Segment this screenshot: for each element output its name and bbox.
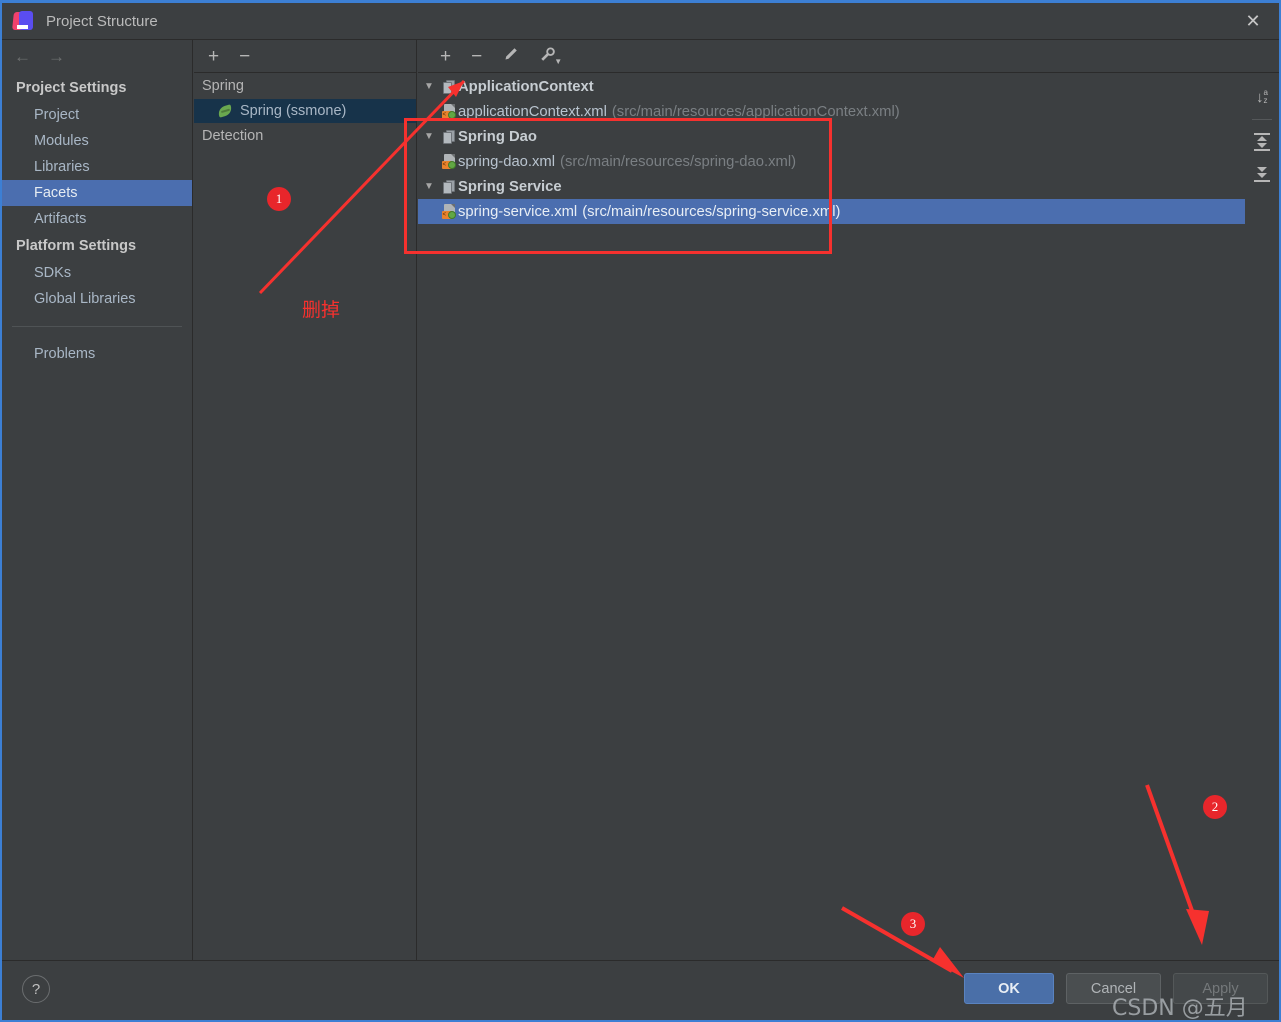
- intellij-idea-icon: [12, 10, 34, 32]
- sidebar-item-project[interactable]: Project: [2, 102, 192, 128]
- wrench-icon[interactable]: ▼: [539, 46, 562, 67]
- expand-all-icon[interactable]: [1249, 129, 1275, 155]
- tree-indent: ▼: [418, 156, 440, 167]
- sidebar-divider: [12, 326, 182, 327]
- navigation-arrows: ← →: [2, 40, 192, 74]
- close-icon[interactable]: ✕: [1231, 5, 1275, 37]
- tree-file-path: (src/main/resources/applicationContext.x…: [611, 103, 900, 120]
- tree-row[interactable]: ▼ < spring-dao.xml (src/main/resources/s…: [418, 149, 1245, 174]
- tree-group-label: Spring Service: [458, 178, 562, 195]
- tree-group-label: Spring Dao: [458, 128, 537, 145]
- config-group-icon: [440, 79, 458, 94]
- remove-config-icon[interactable]: −: [471, 47, 482, 66]
- tree-row[interactable]: ▼ ApplicationContext: [418, 74, 1245, 99]
- tree-row[interactable]: ▼ < applicationContext.xml (src/main/res…: [418, 99, 1245, 124]
- apply-button: Apply: [1173, 973, 1268, 1004]
- spring-config-tree: ▼ ApplicationContext ▼ < applicationCont…: [418, 74, 1245, 960]
- dialog-title: Project Structure: [46, 12, 158, 30]
- xml-file-icon: <: [440, 204, 458, 219]
- tree-indent: ▼: [418, 206, 440, 217]
- cancel-button[interactable]: Cancel: [1066, 973, 1161, 1004]
- tree-file-name: spring-dao.xml: [458, 153, 556, 170]
- spring-leaf-icon: [216, 103, 234, 118]
- facets-toolbar: + −: [194, 40, 416, 73]
- tree-file-path: (src/main/resources/spring-service.xml): [582, 203, 841, 220]
- tree-toolbar: + − ▼: [418, 40, 1279, 73]
- expand-toggle-icon[interactable]: ▼: [418, 181, 440, 192]
- actions-divider: [1252, 119, 1272, 120]
- config-group-icon: [440, 129, 458, 144]
- pencil-icon[interactable]: [502, 46, 519, 67]
- facet-group-label-spring: Spring: [202, 78, 244, 94]
- settings-sidebar: ← → Project Settings Project Modules Lib…: [2, 40, 193, 960]
- chevron-down-icon: ▼: [554, 56, 563, 66]
- xml-file-icon: <: [440, 104, 458, 119]
- add-config-icon[interactable]: +: [440, 47, 451, 66]
- sidebar-group-header-project-settings: Project Settings: [16, 80, 127, 96]
- sidebar-item-problems[interactable]: Problems: [2, 341, 192, 367]
- help-button[interactable]: ?: [22, 975, 50, 1003]
- remove-facet-icon[interactable]: −: [239, 47, 250, 66]
- tree-indent: ▼: [418, 106, 440, 117]
- expand-toggle-icon[interactable]: ▼: [418, 81, 440, 92]
- facet-item-label: Spring (ssmone): [240, 103, 347, 119]
- sidebar-item-global-libraries[interactable]: Global Libraries: [2, 286, 192, 312]
- sort-alphabetically-icon[interactable]: ↓ a z: [1249, 84, 1275, 110]
- facet-item-spring-ssmone[interactable]: Spring (ssmone): [194, 99, 416, 123]
- tree-file-name: spring-service.xml: [458, 203, 578, 220]
- tree-row[interactable]: ▼ < spring-service.xml (src/main/resourc…: [418, 199, 1245, 224]
- sidebar-item-libraries[interactable]: Libraries: [2, 154, 192, 180]
- sidebar-item-modules[interactable]: Modules: [2, 128, 192, 154]
- expand-toggle-icon[interactable]: ▼: [418, 131, 440, 142]
- collapse-all-icon[interactable]: [1249, 161, 1275, 187]
- detection-label: Detection: [202, 128, 264, 144]
- tree-group-label: ApplicationContext: [458, 78, 594, 95]
- add-facet-icon[interactable]: +: [208, 47, 219, 66]
- tree-side-actions: ↓ a z: [1245, 74, 1279, 960]
- back-arrow-icon[interactable]: ←: [14, 47, 31, 67]
- config-group-icon: [440, 179, 458, 194]
- dialog-footer: ? OK Cancel Apply: [2, 960, 1279, 1020]
- tree-row[interactable]: ▼ Spring Service: [418, 174, 1245, 199]
- sidebar-group-header-platform-settings: Platform Settings: [16, 238, 137, 254]
- facets-list-panel: + − Spring Spring (ssmone) Detection: [194, 40, 417, 960]
- tree-file-name: applicationContext.xml: [458, 103, 607, 120]
- tree-file-path: (src/main/resources/spring-dao.xml): [560, 153, 797, 170]
- tree-row[interactable]: ▼ Spring Dao: [418, 124, 1245, 149]
- forward-arrow-icon[interactable]: →: [48, 47, 65, 67]
- title-bar: Project Structure ✕: [2, 3, 1279, 39]
- sidebar-item-sdks[interactable]: SDKs: [2, 260, 192, 286]
- sidebar-item-facets[interactable]: Facets: [2, 180, 192, 206]
- ok-button[interactable]: OK: [964, 973, 1054, 1004]
- facet-detail-panel: + − ▼ ▼ ApplicationContext ▼ < a: [418, 40, 1279, 960]
- project-structure-dialog: Project Structure ✕ ← → Project Settings…: [0, 0, 1281, 1022]
- sidebar-item-artifacts[interactable]: Artifacts: [2, 206, 192, 232]
- xml-file-icon: <: [440, 154, 458, 169]
